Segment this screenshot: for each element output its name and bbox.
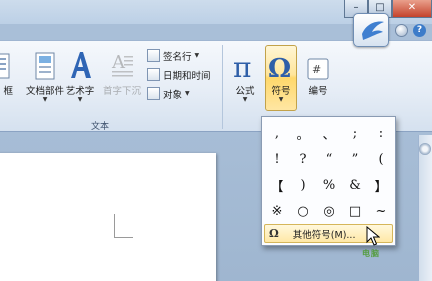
number-label: 编号	[308, 86, 328, 97]
chevron-down-icon: ▼	[278, 96, 284, 103]
symbol-cell[interactable]: ”	[342, 146, 368, 172]
calendar-icon	[147, 68, 160, 81]
textbox-button[interactable]: 框	[0, 45, 14, 111]
document-page[interactable]	[0, 153, 216, 281]
number-button[interactable]: # 编号	[302, 45, 334, 111]
object-button[interactable]: 对象 ▼	[147, 85, 190, 102]
symbol-button[interactable]: Ω 符号 ▼	[265, 45, 297, 111]
symbol-cell[interactable]: ~	[368, 198, 394, 224]
doc-parts-button[interactable]: 文档部件 ▼	[25, 45, 65, 111]
symbol-cell[interactable]: 。	[290, 120, 316, 146]
help-icon[interactable]: ?	[413, 24, 426, 37]
symbol-cell[interactable]: 】	[368, 172, 394, 198]
dropcap-icon: A	[100, 46, 144, 80]
dropcap-button[interactable]: A 首字下沉	[99, 45, 145, 111]
symbol-cell[interactable]: %	[316, 172, 342, 198]
textbox-icon	[0, 46, 13, 80]
number-icon: #	[303, 46, 333, 80]
symbol-cell[interactable]: □	[342, 198, 368, 224]
omega-icon: Ω	[266, 46, 296, 80]
dropcap-label: 首字下沉	[102, 86, 141, 97]
group-separator	[222, 45, 223, 129]
symbol-cell[interactable]: ◎	[316, 198, 342, 224]
wordart-button[interactable]: 艺术字 ▼	[62, 45, 98, 111]
gear-icon[interactable]	[419, 143, 431, 155]
symbol-grid: , 。 、 ; : ! ? “ ” ( 【 ) % & 】 ※ ○ ◎ □ ~	[264, 120, 394, 224]
symbol-cell[interactable]: (	[368, 146, 394, 172]
equation-button[interactable]: π 公式 ▼	[228, 45, 262, 111]
doc-parts-label: 文档部件	[26, 86, 65, 97]
datetime-label: 日期和时间	[163, 70, 211, 82]
symbol-cell[interactable]: ;	[342, 120, 368, 146]
watermark-logo: 电脑	[362, 249, 380, 258]
wordart-label: 艺术字	[65, 86, 95, 97]
chevron-down-icon: ▼	[185, 90, 190, 97]
minimize-ribbon-icon[interactable]	[395, 24, 408, 37]
wordart-icon	[63, 46, 97, 80]
symbol-cell[interactable]: ,	[264, 120, 290, 146]
ribbon-right-controls: ?	[395, 24, 426, 37]
symbol-cell[interactable]: 、	[316, 120, 342, 146]
signature-icon	[147, 49, 160, 62]
textbox-label: 框	[3, 86, 13, 97]
chevron-down-icon: ▼	[194, 52, 200, 59]
more-symbols-label: 其他符号(M)...	[292, 229, 356, 241]
object-icon	[147, 87, 160, 100]
app-logo	[353, 13, 389, 47]
symbol-cell[interactable]: ※	[264, 198, 290, 224]
group-label-text: 文本	[90, 122, 109, 132]
symbol-label: 符号	[271, 86, 291, 97]
chevron-down-icon: ▼	[42, 96, 48, 103]
symbol-cell[interactable]: &	[342, 172, 368, 198]
mouse-cursor-icon	[366, 226, 380, 246]
chevron-down-icon: ▼	[242, 96, 248, 103]
margin-corner-mark	[114, 214, 133, 238]
symbol-cell[interactable]: “	[316, 146, 342, 172]
svg-text:#: #	[312, 63, 321, 76]
chevron-down-icon: ▼	[77, 96, 83, 103]
signature-button[interactable]: 签名行 ▼	[147, 47, 199, 64]
symbol-cell[interactable]: )	[290, 172, 316, 198]
omega-icon: Ω	[269, 227, 279, 240]
svg-text:π: π	[233, 52, 251, 80]
close-button[interactable]: ✕	[392, 0, 432, 18]
svg-text:Ω: Ω	[268, 54, 291, 80]
datetime-button[interactable]: 日期和时间	[147, 66, 211, 83]
symbol-cell[interactable]: 【	[264, 172, 290, 198]
bird-logo-icon	[362, 21, 384, 40]
signature-label: 签名行	[163, 51, 192, 63]
pi-icon: π	[229, 46, 261, 80]
equation-label: 公式	[235, 86, 255, 97]
symbol-cell[interactable]: !	[264, 146, 290, 172]
symbol-cell[interactable]: :	[368, 120, 394, 146]
doc-parts-icon	[26, 46, 64, 80]
svg-text:A: A	[111, 52, 126, 73]
symbol-cell[interactable]: ?	[290, 146, 316, 172]
window-close-icon: ✕	[407, 2, 417, 13]
object-label: 对象	[163, 89, 183, 101]
symbol-cell[interactable]: ○	[290, 198, 316, 224]
